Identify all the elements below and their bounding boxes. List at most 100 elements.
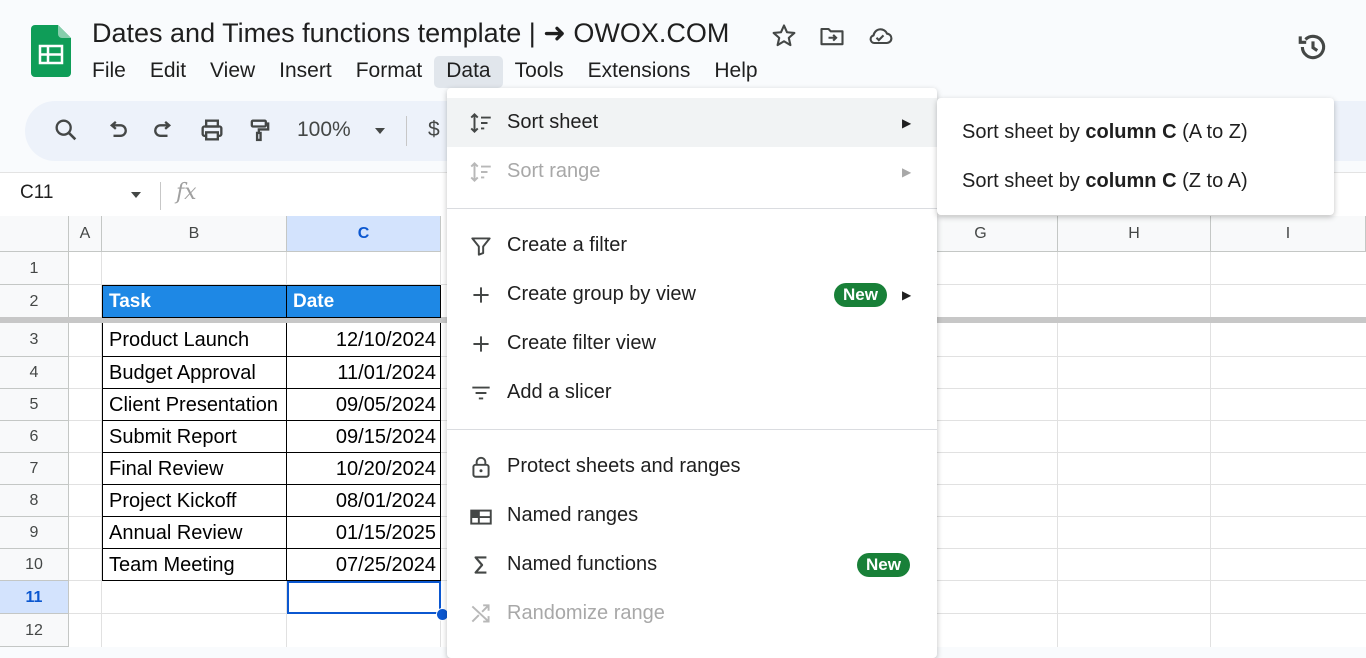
menu-insert[interactable]: Insert	[267, 56, 344, 88]
cell-c6[interactable]: 09/15/2024	[286, 421, 441, 453]
menu-item-named-ranges[interactable]: Named ranges	[447, 491, 937, 540]
cell-b7[interactable]: Final Review	[102, 453, 287, 485]
menu-extensions[interactable]: Extensions	[576, 56, 703, 88]
menu-item-named-functions[interactable]: Named functions New	[447, 540, 937, 589]
cell-c2[interactable]: Date	[286, 285, 441, 318]
row-header-6[interactable]: 6	[0, 421, 69, 453]
submenu-item-suffix: (Z to A)	[1176, 170, 1248, 192]
cell-b8[interactable]: Project Kickoff	[102, 485, 287, 517]
google-sheets-logo-icon[interactable]	[31, 25, 71, 77]
menu-edit[interactable]: Edit	[138, 56, 198, 88]
cell-b10[interactable]: Team Meeting	[102, 549, 287, 581]
menu-data[interactable]: Data	[434, 56, 503, 88]
undo-icon[interactable]	[103, 116, 131, 144]
menu-divider	[447, 208, 937, 209]
slicer-icon	[472, 386, 490, 399]
version-history-icon[interactable]	[1296, 30, 1330, 64]
menu-item-create-filter[interactable]: Create a filter	[447, 221, 937, 270]
menu-item-add-slicer[interactable]: Add a slicer	[447, 368, 937, 417]
menu-item-label: Add a slicer	[507, 381, 612, 403]
name-box[interactable]: C11	[20, 182, 53, 204]
cell-c4[interactable]: 11/01/2024	[286, 357, 441, 389]
menu-item-sort-range[interactable]: Sort range ▶	[447, 147, 937, 196]
format-currency-button[interactable]: $	[428, 118, 440, 142]
submenu-item-column: column C	[1085, 170, 1177, 192]
cell-c5[interactable]: 09/05/2024	[286, 389, 441, 421]
cell-b9[interactable]: Annual Review	[102, 517, 287, 549]
plus-icon	[473, 286, 489, 303]
row-header-2[interactable]: 2	[0, 285, 69, 318]
search-menus-icon[interactable]	[52, 116, 80, 144]
move-folder-icon[interactable]	[818, 22, 846, 50]
new-badge: New	[857, 552, 910, 577]
chevron-down-icon[interactable]	[372, 124, 388, 138]
menu-tools[interactable]: Tools	[503, 56, 576, 88]
star-icon[interactable]	[770, 22, 798, 50]
row-header-11[interactable]: 11	[0, 581, 69, 614]
row-header-10[interactable]: 10	[0, 549, 69, 581]
selected-cell-c11[interactable]	[287, 581, 441, 614]
row-header-4[interactable]: 4	[0, 357, 69, 389]
paint-format-icon[interactable]	[246, 116, 274, 144]
submenu-arrow-icon: ▶	[902, 115, 912, 130]
submenu-item-prefix: Sort sheet by	[962, 170, 1086, 192]
menu-item-label: Sort sheet	[507, 111, 599, 133]
data-menu-dropdown: Sort sheet ▶ Sort range ▶ Create a filte…	[447, 88, 937, 658]
print-icon[interactable]	[198, 116, 226, 144]
row-header-7[interactable]: 7	[0, 453, 69, 485]
menu-item-protect-sheets[interactable]: Protect sheets and ranges	[447, 442, 937, 491]
row-header-12[interactable]: 12	[0, 614, 69, 647]
submenu-item-column: column C	[1085, 121, 1177, 143]
menu-format[interactable]: Format	[344, 56, 435, 88]
submenu-item-sort-z-to-a[interactable]: Sort sheet by column C (Z to A)	[962, 170, 1248, 193]
menu-file[interactable]: File	[80, 56, 138, 88]
row-header-5[interactable]: 5	[0, 389, 69, 421]
cell-b3[interactable]: Product Launch	[102, 323, 287, 357]
chevron-down-icon[interactable]	[128, 188, 144, 202]
row-header-1[interactable]: 1	[0, 252, 69, 285]
document-title[interactable]: Dates and Times functions template | ➜ O…	[92, 18, 729, 49]
cell-b6[interactable]: Submit Report	[102, 421, 287, 453]
menu-item-label: Named functions	[507, 553, 658, 575]
menu-item-label: Create filter view	[507, 332, 656, 354]
cell-b5[interactable]: Client Presentation	[102, 389, 287, 421]
gridline	[1057, 252, 1058, 647]
submenu-item-suffix: (A to Z)	[1176, 121, 1248, 143]
submenu-item-sort-a-to-z[interactable]: Sort sheet by column C (A to Z)	[962, 121, 1248, 144]
menu-item-randomize-range[interactable]: Randomize range	[447, 589, 937, 638]
cell-c10[interactable]: 07/25/2024	[286, 549, 441, 581]
cell-b4[interactable]: Budget Approval	[102, 357, 287, 389]
cell-c3[interactable]: 12/10/2024	[286, 323, 441, 357]
menu-item-sort-sheet[interactable]: Sort sheet ▶	[447, 98, 937, 147]
menu-view[interactable]: View	[198, 56, 267, 88]
row-header-9[interactable]: 9	[0, 517, 69, 549]
zoom-select[interactable]: 100%	[297, 118, 351, 142]
new-badge: New	[834, 282, 887, 307]
cell-c7[interactable]: 10/20/2024	[286, 453, 441, 485]
sigma-icon	[474, 555, 487, 574]
row-header-8[interactable]: 8	[0, 485, 69, 517]
column-header-h[interactable]: H	[1058, 216, 1211, 252]
column-header-i[interactable]: I	[1211, 216, 1366, 252]
row-header-3[interactable]: 3	[0, 323, 69, 357]
column-header-c[interactable]: C	[287, 216, 441, 252]
cloud-saved-icon[interactable]	[866, 22, 894, 50]
menu-help[interactable]: Help	[702, 56, 769, 88]
menu-item-label: Protect sheets and ranges	[507, 455, 741, 477]
column-header-a[interactable]: A	[69, 216, 102, 252]
submenu-arrow-icon: ▶	[902, 287, 912, 302]
cell-c9[interactable]: 01/15/2025	[286, 517, 441, 549]
menu-bar: File Edit View Insert Format Data Tools …	[80, 56, 770, 88]
toolbar-divider	[406, 116, 407, 146]
submenu-arrow-icon: ▶	[902, 164, 912, 179]
select-all-corner[interactable]	[0, 216, 69, 252]
sort-icon	[470, 161, 491, 182]
menu-item-create-filter-view[interactable]: Create filter view	[447, 319, 937, 368]
cell-b2[interactable]: Task	[102, 285, 287, 318]
menu-item-label: Randomize range	[507, 602, 665, 624]
redo-icon[interactable]	[150, 116, 178, 144]
cell-c8[interactable]: 08/01/2024	[286, 485, 441, 517]
column-header-b[interactable]: B	[102, 216, 287, 252]
menu-item-create-group-by-view[interactable]: Create group by view New ▶	[447, 270, 937, 319]
menu-divider	[447, 429, 937, 430]
